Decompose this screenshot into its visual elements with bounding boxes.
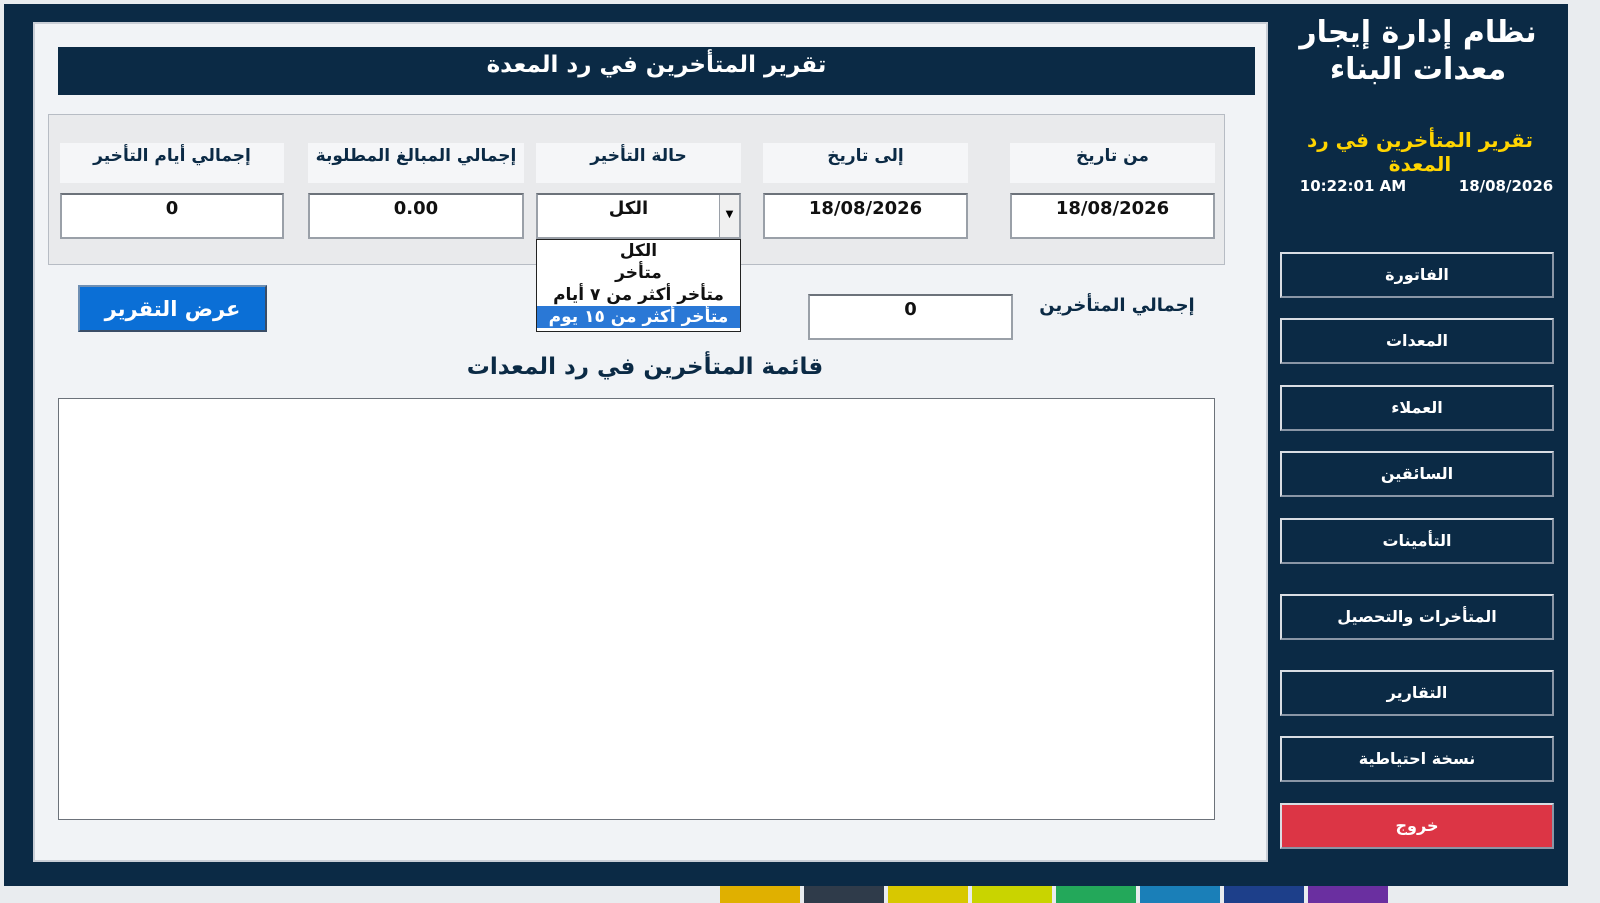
nav-invoice-button[interactable]: الفاتورة [1280,252,1554,298]
show-report-button[interactable]: عرض التقرير [78,285,267,332]
nav-customers-button[interactable]: العملاء [1280,385,1554,431]
total-amount-field[interactable]: 0.00 [308,193,524,239]
sheet-tab[interactable] [972,884,1052,903]
dropdown-option[interactable]: متأخر أكثر من ٧ أيام [537,284,740,306]
nav-late-collection-button[interactable]: المتأخرات والتحصيل [1280,594,1554,640]
delay-status-value: الكل [608,198,649,219]
nav-backup-button[interactable]: نسخة احتياطية [1280,736,1554,782]
total-days-label: إجمالي أيام التأخير [60,143,284,183]
sheet-tab[interactable] [1224,884,1304,903]
current-time: 10:22:01 AM [1299,177,1407,195]
late-list-title: قائمة المتأخرين في رد المعدات [466,354,824,380]
sheet-tab[interactable] [804,884,884,903]
sheet-tab[interactable] [1140,884,1220,903]
exit-button[interactable]: خروج [1280,803,1554,849]
sheet-tab[interactable] [1308,884,1388,903]
total-late-field[interactable]: 0 [808,294,1013,340]
from-date-label: من تاريخ [1010,143,1215,183]
app-title: نظام إدارة إيجار معدات البناء [1299,15,1537,87]
to-date-label: إلى تاريخ [763,143,968,183]
from-date-field[interactable]: 18/08/2026 [1010,193,1215,239]
current-date: 18/08/2026 [1458,177,1554,195]
dropdown-option-selected[interactable]: متأخر أكثر من ١٥ يوم [537,306,740,328]
sheet-tab[interactable] [888,884,968,903]
total-late-label: إجمالي المتأخرين [1039,295,1195,316]
dropdown-option[interactable]: متأخر [537,262,740,284]
sheet-tabs-strip [720,884,1600,903]
dropdown-option[interactable]: الكل [537,240,740,262]
delay-status-combobox[interactable]: الكل ▼ [536,193,741,239]
to-date-field[interactable]: 18/08/2026 [763,193,968,239]
total-days-field[interactable]: 0 [60,193,284,239]
sheet-tab[interactable] [720,884,800,903]
total-amount-label: إجمالي المبالغ المطلوبة [308,143,524,183]
current-report-title: تقرير المتأخرين في رد المعدة [1306,128,1534,176]
late-list-area[interactable] [58,398,1215,820]
delay-status-label: حالة التأخير [536,143,741,183]
nav-insurance-button[interactable]: التأمينات [1280,518,1554,564]
nav-equipment-button[interactable]: المعدات [1280,318,1554,364]
report-header: تقرير المتأخرين في رد المعدة [58,47,1255,95]
delay-status-dropdown-list: الكل متأخر متأخر أكثر من ٧ أيام متأخر أك… [536,239,741,332]
nav-drivers-button[interactable]: السائقين [1280,451,1554,497]
chevron-down-icon[interactable]: ▼ [719,195,739,237]
sheet-tab[interactable] [1056,884,1136,903]
nav-reports-button[interactable]: التقارير [1280,670,1554,716]
